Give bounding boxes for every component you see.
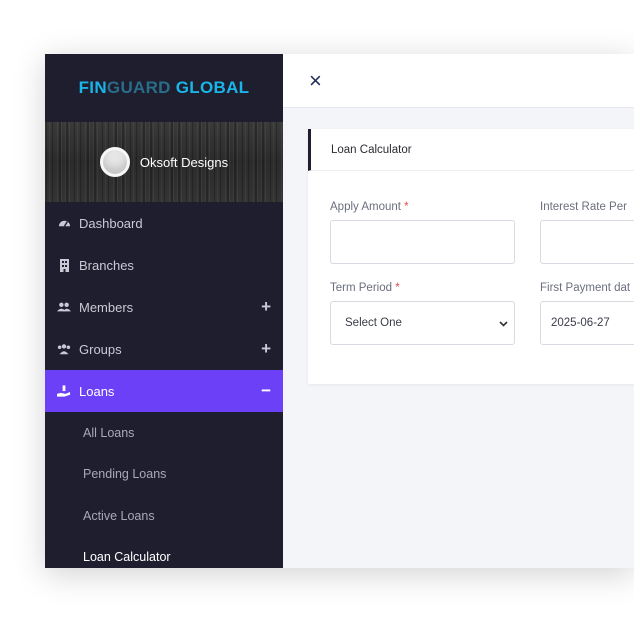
- chevron-down-icon: [499, 318, 508, 330]
- sidebar: FIN GUARD GLOBAL Oksoft Designs Dashboard…: [45, 54, 283, 568]
- required-marker: *: [395, 282, 400, 294]
- collapse-icon[interactable]: −: [261, 381, 271, 401]
- sidebar-subitem-pending-loans[interactable]: Pending Loans: [45, 454, 283, 496]
- brand-logo[interactable]: FIN GUARD GLOBAL: [45, 54, 283, 122]
- top-bar: ×: [283, 54, 634, 108]
- interest-rate-input[interactable]: [540, 220, 634, 264]
- brand-part-2: GUARD: [106, 78, 171, 97]
- loan-calculator-card: Loan Calculator Apply Amount * Interest …: [308, 129, 634, 384]
- hand-holding-dollar-icon: [57, 384, 71, 398]
- required-marker: *: [404, 201, 409, 213]
- sidebar-item-members[interactable]: Members +: [45, 286, 283, 328]
- users-icon: [57, 300, 71, 314]
- brand-part-1: FIN: [78, 78, 107, 97]
- brand-part-3: GLOBAL: [170, 78, 250, 97]
- sidebar-item-label: Members: [79, 299, 134, 315]
- term-period-label: Term Period *: [330, 282, 400, 294]
- user-panel: Oksoft Designs: [45, 122, 283, 202]
- first-payment-label: First Payment dat: [540, 282, 631, 294]
- interest-rate-label: Interest Rate Per: [540, 201, 627, 213]
- first-payment-date-input[interactable]: 2025-06-27: [540, 301, 634, 345]
- sidebar-item-loans[interactable]: Loans −: [45, 370, 283, 412]
- sidebar-item-label: Dashboard: [79, 215, 143, 231]
- avatar[interactable]: [99, 147, 130, 177]
- sidebar-item-dashboard[interactable]: Dashboard: [45, 202, 283, 244]
- dashboard-icon: [57, 216, 71, 230]
- term-period-value: Select One: [345, 317, 402, 329]
- apply-amount-label: Apply Amount *: [330, 201, 409, 213]
- sidebar-nav: Dashboard Branches Members + Groups + Lo…: [45, 202, 283, 568]
- term-period-select[interactable]: Select One: [330, 301, 515, 345]
- sidebar-item-label: Branches: [79, 257, 134, 273]
- sidebar-subitem-active-loans[interactable]: Active Loans: [45, 495, 283, 537]
- sidebar-item-label: Loans: [79, 383, 115, 399]
- sidebar-item-label: Groups: [79, 341, 122, 357]
- close-icon[interactable]: ×: [309, 69, 322, 92]
- apply-amount-input[interactable]: [330, 220, 515, 264]
- expand-icon[interactable]: +: [261, 297, 271, 317]
- sidebar-item-groups[interactable]: Groups +: [45, 328, 283, 370]
- sidebar-subitem-loan-calculator[interactable]: Loan Calculator: [45, 537, 283, 569]
- sidebar-subitem-all-loans[interactable]: All Loans: [45, 412, 283, 454]
- user-name[interactable]: Oksoft Designs: [140, 155, 228, 170]
- app-window: FIN GUARD GLOBAL Oksoft Designs Dashboard…: [45, 54, 634, 568]
- expand-icon[interactable]: +: [261, 339, 271, 359]
- card-title: Loan Calculator: [308, 129, 634, 171]
- main-content: × Loan Calculator Apply Amount * Interes…: [283, 54, 634, 568]
- sidebar-item-branches[interactable]: Branches: [45, 244, 283, 286]
- group-icon: [57, 342, 71, 356]
- building-icon: [57, 258, 71, 272]
